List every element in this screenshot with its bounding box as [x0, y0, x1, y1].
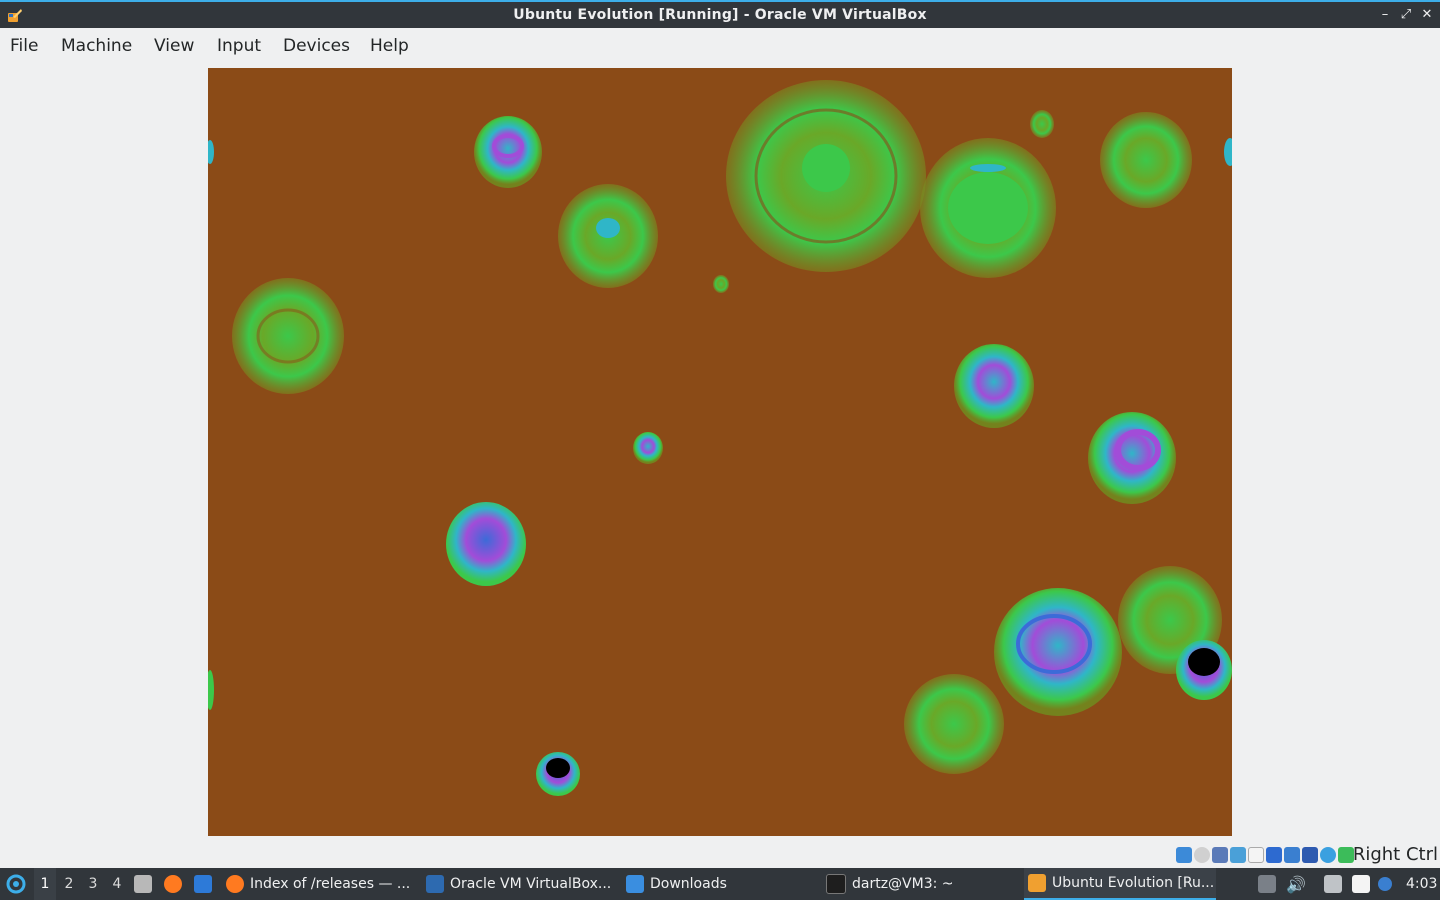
task-label: Index of /releases — ... [250, 876, 411, 892]
virtualbox-vm-icon [1028, 874, 1046, 892]
bubble [446, 502, 526, 586]
tray-clipboard[interactable] [1352, 868, 1370, 900]
task-label: dartz@VM3: ~ [852, 876, 954, 892]
desktop-launcher[interactable] [194, 868, 212, 900]
menu-input[interactable]: Input [217, 36, 261, 56]
desktop-3[interactable]: 3 [82, 868, 104, 900]
hard-disk-icon[interactable] [1176, 847, 1192, 863]
info-icon [1378, 877, 1392, 891]
bubble [558, 184, 658, 288]
bubble [474, 116, 542, 188]
desktop-4[interactable]: 4 [106, 868, 128, 900]
bubble [1030, 110, 1054, 138]
status-indicators [1176, 847, 1354, 865]
task-label: Oracle VM VirtualBox... [450, 876, 612, 892]
display-icon[interactable] [1284, 847, 1300, 863]
app-launcher-icon [6, 874, 26, 894]
bubble [208, 140, 214, 164]
bubble [904, 674, 1004, 774]
virtualbox-manager-icon [426, 875, 444, 893]
task-firefox[interactable]: Index of /releases — ... [226, 868, 410, 900]
start-menu-button[interactable] [4, 868, 28, 900]
task-label: Downloads [650, 876, 727, 892]
close-button[interactable]: ✕ [1418, 6, 1436, 24]
desktop-1[interactable]: 1 [34, 868, 56, 900]
guest-display[interactable] [208, 68, 1232, 836]
menu-view[interactable]: View [154, 36, 194, 56]
usb-icon[interactable] [1248, 847, 1264, 863]
tray-updates[interactable] [1258, 868, 1276, 900]
task-label: Ubuntu Evolution [Ru... [1052, 875, 1215, 891]
menu-bar: File Machine View Input Devices Help [0, 28, 1440, 64]
mouse-integration-icon[interactable] [1338, 847, 1354, 863]
tray-network[interactable] [1324, 868, 1342, 900]
clipboard-icon [1352, 875, 1370, 893]
network-icon [1324, 875, 1342, 893]
bubble [536, 752, 580, 796]
speaker-icon: 🔊 [1286, 874, 1306, 894]
firefox-icon [164, 875, 182, 893]
terminal-icon [826, 874, 846, 894]
bubble [1224, 138, 1232, 166]
clock[interactable]: 4:03 [1406, 868, 1437, 900]
tray-volume[interactable]: 🔊 [1286, 868, 1306, 900]
guest-screen-canvas [208, 80, 1232, 796]
bubble [920, 138, 1056, 278]
vm-status-bar: Right Ctrl [0, 844, 1440, 868]
task-terminal[interactable]: dartz@VM3: ~ [826, 868, 954, 900]
task-ubuntu-evolution[interactable]: Ubuntu Evolution [Ru... [1024, 868, 1216, 900]
maximize-button[interactable]: ⤢ [1397, 6, 1415, 24]
firefox-icon [226, 875, 244, 893]
bubble [994, 588, 1122, 716]
task-virtualbox-manager[interactable]: Oracle VM VirtualBox... [426, 868, 611, 900]
taskbar: 1 2 3 4 Index of /releases — ... Oracle … [0, 868, 1440, 900]
video-capture-icon[interactable] [1302, 847, 1318, 863]
bubble [208, 670, 214, 710]
notifications-icon [1258, 875, 1276, 893]
menu-machine[interactable]: Machine [61, 36, 132, 56]
bubble [1100, 112, 1192, 208]
file-manager-launcher[interactable] [134, 868, 152, 900]
bubble [954, 344, 1034, 428]
firefox-launcher[interactable] [164, 868, 182, 900]
window-titlebar[interactable]: Ubuntu Evolution [Running] - Oracle VM V… [0, 0, 1440, 28]
task-downloads[interactable]: Downloads [626, 868, 727, 900]
minimize-button[interactable]: – [1376, 6, 1394, 24]
bubble [232, 278, 344, 394]
window-title: Ubuntu Evolution [Running] - Oracle VM V… [513, 7, 927, 23]
tray-info[interactable] [1378, 868, 1392, 900]
cpu-icon[interactable] [1320, 847, 1336, 863]
show-desktop-icon [194, 875, 212, 893]
bubble [713, 275, 729, 293]
menu-devices[interactable]: Devices [283, 36, 350, 56]
network-icon[interactable] [1230, 847, 1246, 863]
bubble [1176, 640, 1232, 700]
menu-help[interactable]: Help [370, 36, 409, 56]
shared-folders-icon[interactable] [1266, 847, 1282, 863]
menu-file[interactable]: File [10, 36, 38, 56]
file-cabinet-icon [134, 875, 152, 893]
bubble [726, 80, 926, 272]
folder-icon [626, 875, 644, 893]
desktop-2[interactable]: 2 [58, 868, 80, 900]
bubble [1088, 412, 1176, 504]
audio-icon[interactable] [1212, 847, 1228, 863]
optical-drive-icon[interactable] [1194, 847, 1210, 863]
host-key-label: Right Ctrl [1352, 844, 1438, 865]
bubble [633, 432, 663, 464]
